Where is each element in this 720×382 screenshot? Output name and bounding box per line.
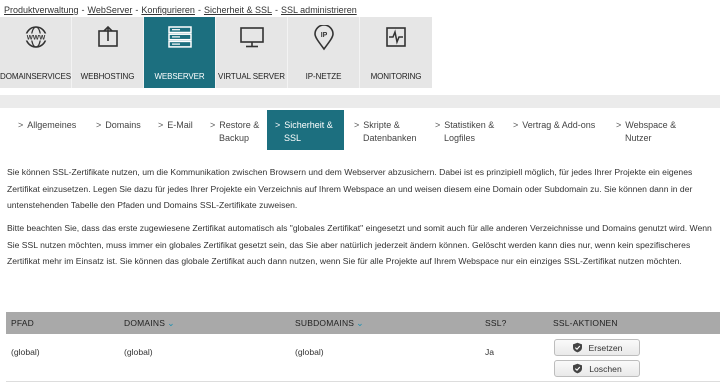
ssl-table: PFAD DOMAINS ⌄ SUBDOMAINS ⌄ SSL? SSL-AKTIO… bbox=[6, 312, 720, 382]
tab-domains[interactable]: > Domains bbox=[96, 110, 141, 150]
intro-paragraph: Sie können SSL-Zertifikate nutzen, um di… bbox=[7, 167, 693, 210]
product-nav-domainservices[interactable]: WWW DOMAINSERVICES bbox=[0, 17, 72, 88]
upload-box-icon bbox=[72, 25, 143, 51]
cell-ssl: Ja bbox=[485, 347, 495, 357]
tab-label: Webspace & bbox=[625, 120, 677, 130]
breadcrumb-separator: - bbox=[135, 5, 139, 15]
chevron-right-icon: > bbox=[158, 120, 164, 130]
column-header-pfad: PFAD bbox=[11, 318, 35, 328]
button-label: Ersetzen bbox=[588, 342, 623, 353]
chevron-right-icon: > bbox=[354, 120, 360, 130]
tab-label: E-Mail bbox=[167, 120, 193, 130]
delete-certificate-button[interactable]: Loschen bbox=[554, 360, 640, 377]
chevron-down-icon: ⌄ bbox=[167, 318, 175, 328]
tab-statistiken-logfiles[interactable]: > Statistiken & Logfiles bbox=[435, 110, 494, 150]
tab-label-line2: Backup bbox=[219, 133, 250, 143]
cell-domains: (global) bbox=[124, 347, 153, 357]
tab-label: Sicherheit & bbox=[284, 120, 333, 130]
product-nav-ip-netze[interactable]: IP IP-NETZE bbox=[288, 17, 360, 88]
breadcrumb-separator: - bbox=[197, 5, 201, 15]
button-label: Loschen bbox=[589, 363, 622, 374]
section-nav: > Allgemeines > Domains > E-Mail > Restore &… bbox=[0, 110, 720, 150]
column-header-ssl: SSL? bbox=[485, 318, 507, 328]
shield-icon bbox=[572, 363, 583, 374]
product-nav-monitoring[interactable]: MONITORING bbox=[360, 17, 432, 88]
product-nav-webserver[interactable]: WEBSERVER bbox=[144, 17, 216, 88]
tab-email[interactable]: > E-Mail bbox=[158, 110, 193, 150]
tab-vertrag-addons[interactable]: > Vertrag & Add-ons bbox=[513, 110, 595, 150]
product-nav-virtual-server[interactable]: VIRTUAL SERVER bbox=[216, 17, 288, 88]
server-rack-icon bbox=[144, 25, 215, 51]
product-nav-label: VIRTUAL SERVER bbox=[218, 72, 285, 81]
www-globe-icon: WWW bbox=[0, 25, 71, 51]
breadcrumb: Produktverwaltung - WebServer - Konfiguriere… bbox=[4, 5, 357, 16]
tab-skripte-datenbanken[interactable]: > Skripte & Datenbanken bbox=[354, 110, 417, 150]
product-nav: WWW DOMAINSERVICES WEBHOSTING WEBSERVER … bbox=[0, 17, 432, 88]
column-header-label: SUBDOMAINS bbox=[295, 318, 355, 328]
table-row: (global) (global) (global) Ja Ersetzen L… bbox=[6, 334, 720, 382]
column-header-subdomains[interactable]: SUBDOMAINS ⌄ bbox=[295, 318, 364, 329]
tab-label: Allgemeines bbox=[27, 120, 77, 130]
chevron-right-icon: > bbox=[275, 120, 281, 130]
product-nav-label: WEBSERVER bbox=[154, 72, 205, 81]
product-nav-label: IP-NETZE bbox=[305, 72, 342, 81]
column-header-ssl-actions: SSL-AKTIONEN bbox=[553, 318, 618, 328]
tab-label: Skripte & bbox=[363, 120, 400, 130]
chevron-down-icon: ⌄ bbox=[356, 318, 364, 328]
chevron-right-icon: > bbox=[18, 120, 24, 130]
breadcrumb-konfigurieren[interactable]: Konfigurieren bbox=[141, 5, 195, 15]
chevron-right-icon: > bbox=[513, 120, 519, 130]
pulse-icon bbox=[360, 25, 432, 51]
tab-label: Vertrag & Add-ons bbox=[522, 120, 596, 130]
column-header-label: DOMAINS bbox=[124, 318, 166, 328]
chevron-right-icon: > bbox=[616, 120, 622, 130]
tab-allgemeines[interactable]: > Allgemeines bbox=[18, 110, 76, 150]
monitor-icon bbox=[216, 25, 287, 51]
cell-pfad: (global) bbox=[11, 347, 40, 357]
breadcrumb-produktverwaltung[interactable]: Produktverwaltung bbox=[4, 5, 79, 15]
ip-pin-icon: IP bbox=[288, 25, 359, 51]
breadcrumb-separator: - bbox=[81, 5, 85, 15]
tab-label: Statistiken & bbox=[444, 120, 495, 130]
table-header: PFAD DOMAINS ⌄ SUBDOMAINS ⌄ SSL? SSL-AKTIO… bbox=[6, 312, 720, 334]
replace-certificate-button[interactable]: Ersetzen bbox=[554, 339, 640, 356]
svg-text:WWW: WWW bbox=[26, 35, 45, 42]
cell-subdomains: (global) bbox=[295, 347, 324, 357]
shield-icon bbox=[572, 342, 583, 353]
tab-label: Domains bbox=[105, 120, 141, 130]
breadcrumb-sicherheit-ssl[interactable]: Sicherheit & SSL bbox=[204, 5, 272, 15]
product-nav-label: WEBHOSTING bbox=[80, 72, 135, 81]
product-nav-label: MONITORING bbox=[370, 72, 422, 81]
info-paragraph: Bitte beachten Sie, dass das erste zugew… bbox=[7, 223, 712, 266]
tab-label-line2: Logfiles bbox=[444, 133, 476, 143]
tab-restore-backup[interactable]: > Restore & Backup bbox=[210, 110, 259, 150]
product-nav-label: DOMAINSERVICES bbox=[0, 72, 71, 81]
tab-sicherheit-ssl[interactable]: > Sicherheit & SSL bbox=[267, 110, 344, 150]
separator-band bbox=[0, 95, 720, 108]
chevron-right-icon: > bbox=[210, 120, 216, 130]
product-nav-webhosting[interactable]: WEBHOSTING bbox=[72, 17, 144, 88]
breadcrumb-webserver[interactable]: WebServer bbox=[88, 5, 133, 15]
svg-text:IP: IP bbox=[320, 32, 327, 39]
tab-label: Restore & bbox=[219, 120, 260, 130]
tab-label-line2: Nutzer bbox=[625, 133, 652, 143]
breadcrumb-ssl-administrieren[interactable]: SSL administrieren bbox=[281, 5, 357, 15]
chevron-right-icon: > bbox=[96, 120, 102, 130]
column-header-domains[interactable]: DOMAINS ⌄ bbox=[124, 318, 175, 329]
tab-label-line2: SSL bbox=[284, 133, 302, 143]
tab-webspace-nutzer[interactable]: > Webspace & Nutzer bbox=[616, 110, 676, 150]
breadcrumb-separator: - bbox=[275, 5, 278, 15]
chevron-right-icon: > bbox=[435, 120, 441, 130]
tab-label-line2: Datenbanken bbox=[363, 133, 417, 143]
